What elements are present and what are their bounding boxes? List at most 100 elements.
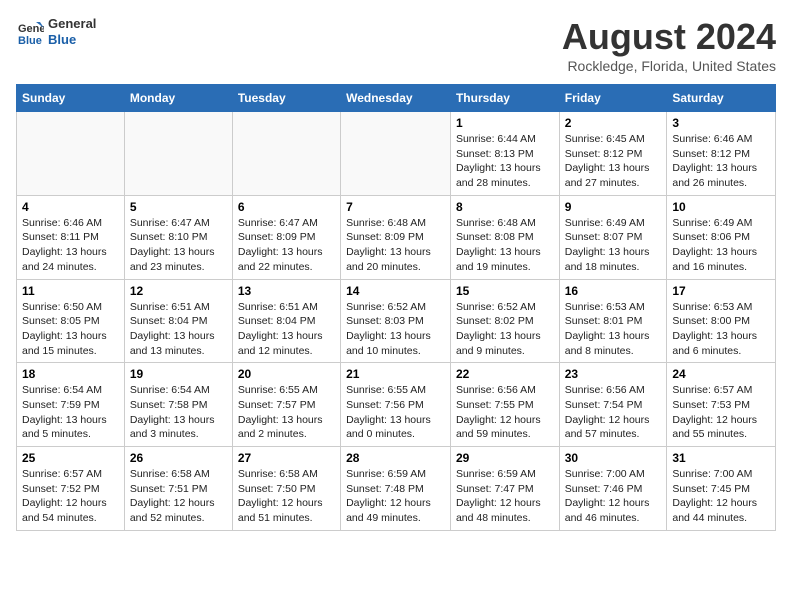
day-number: 2 — [565, 116, 662, 130]
calendar-cell: 17 Sunrise: 6:53 AM Sunset: 8:00 PM Dayl… — [667, 279, 776, 363]
day-info: Sunrise: 6:47 AM Sunset: 8:09 PM Dayligh… — [238, 216, 335, 275]
day-info: Sunrise: 6:46 AM Sunset: 8:12 PM Dayligh… — [672, 132, 770, 191]
calendar-subtitle: Rockledge, Florida, United States — [562, 58, 776, 74]
calendar-header-row: SundayMondayTuesdayWednesdayThursdayFrid… — [17, 85, 776, 112]
day-info: Sunrise: 6:49 AM Sunset: 8:07 PM Dayligh… — [565, 216, 662, 275]
day-info: Sunrise: 7:00 AM Sunset: 7:45 PM Dayligh… — [672, 467, 770, 526]
title-block: August 2024 Rockledge, Florida, United S… — [562, 16, 776, 74]
calendar-cell — [232, 112, 340, 196]
day-number: 30 — [565, 451, 662, 465]
day-info: Sunrise: 7:00 AM Sunset: 7:46 PM Dayligh… — [565, 467, 662, 526]
logo-line2: Blue — [48, 32, 96, 48]
day-number: 16 — [565, 284, 662, 298]
day-info: Sunrise: 6:47 AM Sunset: 8:10 PM Dayligh… — [130, 216, 227, 275]
calendar-cell — [17, 112, 125, 196]
calendar-cell: 6 Sunrise: 6:47 AM Sunset: 8:09 PM Dayli… — [232, 195, 340, 279]
day-info: Sunrise: 6:52 AM Sunset: 8:03 PM Dayligh… — [346, 300, 445, 359]
day-info: Sunrise: 6:46 AM Sunset: 8:11 PM Dayligh… — [22, 216, 119, 275]
calendar-table: SundayMondayTuesdayWednesdayThursdayFrid… — [16, 84, 776, 531]
calendar-cell — [341, 112, 451, 196]
calendar-cell: 27 Sunrise: 6:58 AM Sunset: 7:50 PM Dayl… — [232, 447, 340, 531]
day-info: Sunrise: 6:57 AM Sunset: 7:53 PM Dayligh… — [672, 383, 770, 442]
day-info: Sunrise: 6:51 AM Sunset: 8:04 PM Dayligh… — [130, 300, 227, 359]
calendar-cell: 12 Sunrise: 6:51 AM Sunset: 8:04 PM Dayl… — [124, 279, 232, 363]
logo-line1: General — [48, 16, 96, 32]
day-info: Sunrise: 6:49 AM Sunset: 8:06 PM Dayligh… — [672, 216, 770, 275]
day-info: Sunrise: 6:45 AM Sunset: 8:12 PM Dayligh… — [565, 132, 662, 191]
day-info: Sunrise: 6:44 AM Sunset: 8:13 PM Dayligh… — [456, 132, 554, 191]
calendar-cell: 22 Sunrise: 6:56 AM Sunset: 7:55 PM Dayl… — [450, 363, 559, 447]
day-number: 24 — [672, 367, 770, 381]
day-info: Sunrise: 6:58 AM Sunset: 7:50 PM Dayligh… — [238, 467, 335, 526]
day-info: Sunrise: 6:54 AM Sunset: 7:58 PM Dayligh… — [130, 383, 227, 442]
calendar-cell: 19 Sunrise: 6:54 AM Sunset: 7:58 PM Dayl… — [124, 363, 232, 447]
calendar-cell: 18 Sunrise: 6:54 AM Sunset: 7:59 PM Dayl… — [17, 363, 125, 447]
day-info: Sunrise: 6:54 AM Sunset: 7:59 PM Dayligh… — [22, 383, 119, 442]
day-number: 19 — [130, 367, 227, 381]
day-info: Sunrise: 6:53 AM Sunset: 8:00 PM Dayligh… — [672, 300, 770, 359]
day-info: Sunrise: 6:59 AM Sunset: 7:47 PM Dayligh… — [456, 467, 554, 526]
column-header-saturday: Saturday — [667, 85, 776, 112]
calendar-cell: 9 Sunrise: 6:49 AM Sunset: 8:07 PM Dayli… — [559, 195, 667, 279]
calendar-cell: 5 Sunrise: 6:47 AM Sunset: 8:10 PM Dayli… — [124, 195, 232, 279]
day-number: 9 — [565, 200, 662, 214]
calendar-cell: 4 Sunrise: 6:46 AM Sunset: 8:11 PM Dayli… — [17, 195, 125, 279]
page-header: General Blue General Blue August 2024 Ro… — [16, 16, 776, 74]
calendar-cell: 20 Sunrise: 6:55 AM Sunset: 7:57 PM Dayl… — [232, 363, 340, 447]
calendar-cell: 10 Sunrise: 6:49 AM Sunset: 8:06 PM Dayl… — [667, 195, 776, 279]
day-info: Sunrise: 6:55 AM Sunset: 7:57 PM Dayligh… — [238, 383, 335, 442]
calendar-cell: 2 Sunrise: 6:45 AM Sunset: 8:12 PM Dayli… — [559, 112, 667, 196]
calendar-week-row: 4 Sunrise: 6:46 AM Sunset: 8:11 PM Dayli… — [17, 195, 776, 279]
svg-text:Blue: Blue — [18, 35, 42, 46]
calendar-cell: 25 Sunrise: 6:57 AM Sunset: 7:52 PM Dayl… — [17, 447, 125, 531]
logo-icon: General Blue — [16, 18, 44, 46]
column-header-wednesday: Wednesday — [341, 85, 451, 112]
calendar-cell — [124, 112, 232, 196]
day-number: 10 — [672, 200, 770, 214]
day-info: Sunrise: 6:50 AM Sunset: 8:05 PM Dayligh… — [22, 300, 119, 359]
day-number: 22 — [456, 367, 554, 381]
day-number: 12 — [130, 284, 227, 298]
day-number: 15 — [456, 284, 554, 298]
day-number: 1 — [456, 116, 554, 130]
day-number: 7 — [346, 200, 445, 214]
day-info: Sunrise: 6:48 AM Sunset: 8:08 PM Dayligh… — [456, 216, 554, 275]
day-number: 28 — [346, 451, 445, 465]
day-info: Sunrise: 6:58 AM Sunset: 7:51 PM Dayligh… — [130, 467, 227, 526]
column-header-sunday: Sunday — [17, 85, 125, 112]
calendar-cell: 15 Sunrise: 6:52 AM Sunset: 8:02 PM Dayl… — [450, 279, 559, 363]
day-number: 25 — [22, 451, 119, 465]
column-header-monday: Monday — [124, 85, 232, 112]
calendar-cell: 11 Sunrise: 6:50 AM Sunset: 8:05 PM Dayl… — [17, 279, 125, 363]
day-number: 6 — [238, 200, 335, 214]
calendar-cell: 21 Sunrise: 6:55 AM Sunset: 7:56 PM Dayl… — [341, 363, 451, 447]
calendar-cell: 14 Sunrise: 6:52 AM Sunset: 8:03 PM Dayl… — [341, 279, 451, 363]
calendar-week-row: 1 Sunrise: 6:44 AM Sunset: 8:13 PM Dayli… — [17, 112, 776, 196]
day-number: 3 — [672, 116, 770, 130]
day-number: 18 — [22, 367, 119, 381]
day-number: 27 — [238, 451, 335, 465]
day-info: Sunrise: 6:53 AM Sunset: 8:01 PM Dayligh… — [565, 300, 662, 359]
day-number: 11 — [22, 284, 119, 298]
column-header-tuesday: Tuesday — [232, 85, 340, 112]
calendar-cell: 28 Sunrise: 6:59 AM Sunset: 7:48 PM Dayl… — [341, 447, 451, 531]
day-info: Sunrise: 6:57 AM Sunset: 7:52 PM Dayligh… — [22, 467, 119, 526]
day-info: Sunrise: 6:52 AM Sunset: 8:02 PM Dayligh… — [456, 300, 554, 359]
calendar-cell: 24 Sunrise: 6:57 AM Sunset: 7:53 PM Dayl… — [667, 363, 776, 447]
day-info: Sunrise: 6:48 AM Sunset: 8:09 PM Dayligh… — [346, 216, 445, 275]
calendar-cell: 1 Sunrise: 6:44 AM Sunset: 8:13 PM Dayli… — [450, 112, 559, 196]
day-number: 8 — [456, 200, 554, 214]
column-header-thursday: Thursday — [450, 85, 559, 112]
calendar-cell: 29 Sunrise: 6:59 AM Sunset: 7:47 PM Dayl… — [450, 447, 559, 531]
calendar-cell: 13 Sunrise: 6:51 AM Sunset: 8:04 PM Dayl… — [232, 279, 340, 363]
day-number: 20 — [238, 367, 335, 381]
day-number: 5 — [130, 200, 227, 214]
calendar-cell: 16 Sunrise: 6:53 AM Sunset: 8:01 PM Dayl… — [559, 279, 667, 363]
day-number: 4 — [22, 200, 119, 214]
day-number: 21 — [346, 367, 445, 381]
calendar-cell: 3 Sunrise: 6:46 AM Sunset: 8:12 PM Dayli… — [667, 112, 776, 196]
calendar-week-row: 25 Sunrise: 6:57 AM Sunset: 7:52 PM Dayl… — [17, 447, 776, 531]
day-info: Sunrise: 6:56 AM Sunset: 7:54 PM Dayligh… — [565, 383, 662, 442]
calendar-cell: 8 Sunrise: 6:48 AM Sunset: 8:08 PM Dayli… — [450, 195, 559, 279]
day-info: Sunrise: 6:56 AM Sunset: 7:55 PM Dayligh… — [456, 383, 554, 442]
